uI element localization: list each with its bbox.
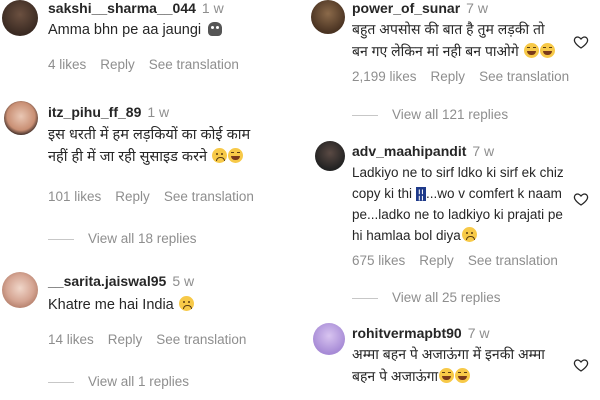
username[interactable]: rohitvermapbt90 — [352, 325, 462, 341]
skull-emoji-icon — [208, 22, 223, 36]
sad-face-emoji-icon — [178, 296, 194, 311]
reply-button[interactable]: Reply — [419, 253, 454, 268]
comment-text: Ladkiyo ne to sirf ldko ki sirf ek chiz … — [352, 165, 564, 243]
avatar[interactable] — [2, 272, 38, 308]
reply-button[interactable]: Reply — [115, 189, 150, 204]
likes-count[interactable]: 14 likes — [48, 332, 94, 347]
comment-time: 1 w — [201, 0, 224, 16]
comment-time: 7 w — [472, 143, 495, 159]
likes-count[interactable]: 2,199 likes — [352, 69, 417, 84]
sad-face-emoji-icon — [461, 227, 477, 242]
sad-face-emoji-icon — [212, 148, 228, 163]
laughing-emoji-icon — [539, 43, 555, 58]
comment-header: adv_maahipandit 7 w — [352, 143, 494, 161]
comment-time: 7 w — [467, 325, 490, 341]
avatar[interactable] — [315, 141, 345, 171]
comment-text: अम्मा बहन पे अजाऊंगा में इनकी अम्मा बहन … — [352, 346, 545, 384]
avatar[interactable] — [4, 101, 38, 135]
comment-text: Khatre me hai India — [48, 293, 194, 317]
comment-header: rohitvermapbt90 7 w — [352, 325, 490, 343]
view-replies-button[interactable]: View all 18 replies — [48, 231, 197, 246]
comment-header: itz_pihu_ff_89 1 w — [48, 104, 169, 122]
like-heart-icon[interactable] — [573, 191, 589, 207]
comment-header: power_of_sunar 7 w — [352, 0, 488, 18]
view-replies-button[interactable]: View all 121 replies — [352, 107, 508, 122]
comment-time: 7 w — [466, 0, 488, 16]
divider — [48, 381, 74, 383]
username[interactable]: __sarita.jaiswal95 — [48, 273, 166, 289]
reply-button[interactable]: Reply — [431, 69, 466, 84]
see-translation-button[interactable]: See translation — [164, 189, 254, 204]
comment-header: __sarita.jaiswal95 5 w — [48, 273, 194, 291]
laughing-emoji-icon — [455, 368, 471, 383]
comment-header: sakshi__sharma__044 1 w — [48, 0, 224, 18]
laughing-emoji-icon — [228, 148, 244, 163]
avatar[interactable] — [2, 0, 38, 36]
divider — [48, 238, 74, 240]
right-comment-column: power_of_sunar 7 w बहुत अपसोस की बात है त… — [305, 0, 600, 400]
view-replies-button[interactable]: View all 1 replies — [48, 374, 189, 389]
see-translation-button[interactable]: See translation — [468, 253, 558, 268]
see-translation-button[interactable]: See translation — [156, 332, 246, 347]
username[interactable]: sakshi__sharma__044 — [48, 0, 196, 16]
like-heart-icon[interactable] — [573, 34, 589, 50]
avatar[interactable] — [313, 323, 345, 355]
view-replies-button[interactable]: View all 25 replies — [352, 290, 501, 305]
username[interactable]: itz_pihu_ff_89 — [48, 104, 141, 120]
reply-button[interactable]: Reply — [108, 332, 143, 347]
left-comment-column: sakshi__sharma__044 1 w Amma bhn pe aa ja… — [0, 0, 300, 400]
comment-time: 5 w — [172, 273, 195, 289]
likes-count[interactable]: 675 likes — [352, 253, 405, 268]
laughing-emoji-icon — [439, 368, 455, 383]
divider — [352, 114, 378, 116]
laughing-emoji-icon — [523, 43, 539, 58]
likes-count[interactable]: 101 likes — [48, 189, 101, 204]
avatar[interactable] — [311, 0, 345, 34]
see-translation-button[interactable]: See translation — [149, 57, 239, 72]
see-translation-button[interactable]: See translation — [479, 69, 569, 84]
like-heart-icon[interactable] — [573, 357, 589, 373]
highlight-mark: ¦¦ — [415, 187, 427, 201]
comment-actions: 2,199 likes Reply See translation — [352, 69, 583, 84]
username[interactable]: power_of_sunar — [352, 0, 460, 16]
comment-actions: 4 likes Reply See translation — [48, 57, 253, 72]
reply-button[interactable]: Reply — [100, 57, 135, 72]
likes-count[interactable]: 4 likes — [48, 57, 86, 72]
divider — [352, 297, 378, 299]
comment-actions: 14 likes Reply See translation — [48, 332, 260, 347]
comment-actions: 675 likes Reply See translation — [352, 253, 572, 268]
comment-text: Amma bhn pe aa jaungi — [48, 18, 223, 42]
comment-text: इस धरती में हम लड़कियों का कोई काम नहीं … — [48, 127, 251, 165]
comment-actions: 101 likes Reply See translation — [48, 189, 268, 204]
comment-text: बहुत अपसोस की बात है तुम लड़की तो बन गए … — [352, 18, 555, 62]
username[interactable]: adv_maahipandit — [352, 143, 466, 159]
comment-time: 1 w — [147, 104, 170, 120]
